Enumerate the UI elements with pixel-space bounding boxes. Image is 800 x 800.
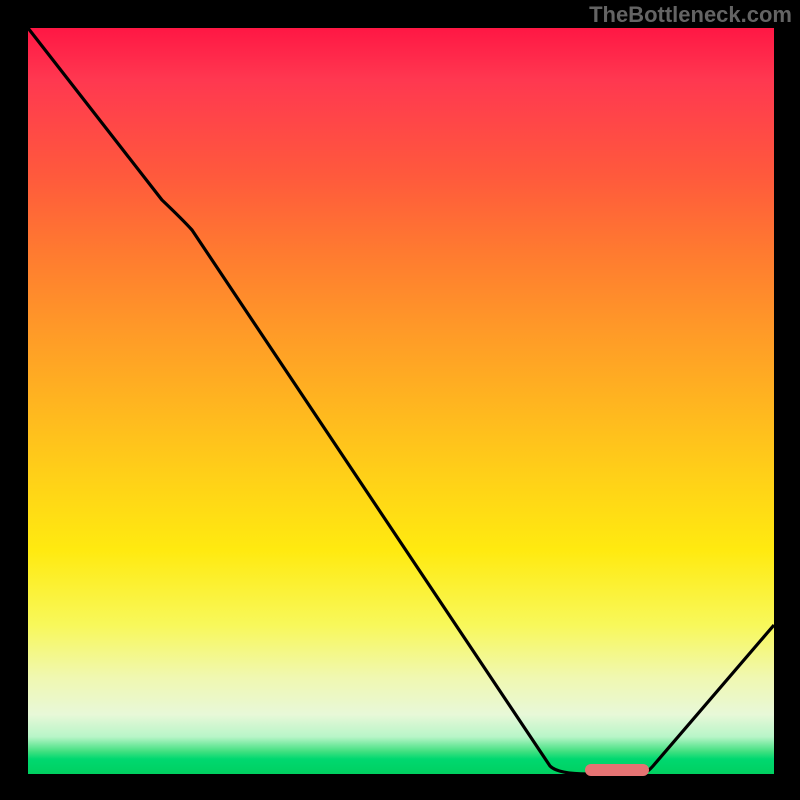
watermark-text: TheBottleneck.com [589, 2, 792, 28]
optimal-marker [585, 764, 649, 776]
chart-container: TheBottleneck.com [0, 0, 800, 800]
curve-layer [28, 28, 774, 774]
bottleneck-curve [28, 28, 774, 774]
